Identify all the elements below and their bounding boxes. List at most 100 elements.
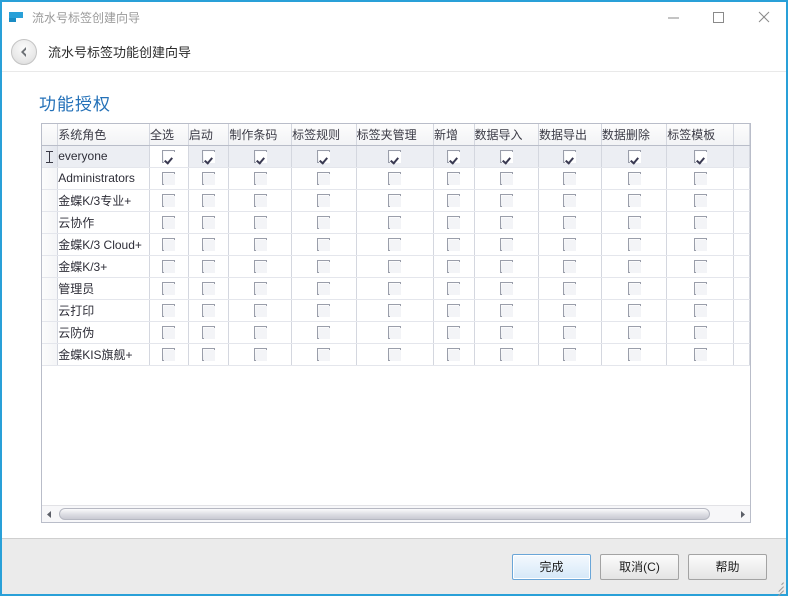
checkbox-unchecked-icon[interactable] [693, 304, 707, 318]
column-header-import[interactable]: 数据导入 [474, 124, 540, 146]
checkbox-unchecked-icon[interactable] [317, 194, 331, 208]
table-row[interactable]: 管理员 [42, 277, 750, 300]
permission-cell-add[interactable] [433, 343, 475, 366]
permission-cell-more[interactable] [733, 277, 750, 300]
role-name-cell[interactable]: everyone [57, 145, 151, 168]
permission-cell-import[interactable] [474, 255, 540, 278]
checkbox-unchecked-icon[interactable] [627, 194, 641, 208]
permission-cell-export[interactable] [538, 211, 602, 234]
permission-cell-add[interactable] [433, 189, 475, 212]
permission-cell-rule[interactable] [291, 299, 357, 322]
row-indicator[interactable] [42, 343, 59, 366]
permission-cell-export[interactable] [538, 321, 602, 344]
permission-cell-more[interactable] [733, 167, 750, 190]
role-name-cell[interactable]: 云打印 [57, 299, 151, 322]
checkbox-unchecked-icon[interactable] [499, 326, 513, 340]
role-name-cell[interactable]: 云防伪 [57, 321, 151, 344]
permission-cell-tmpl[interactable] [666, 233, 735, 256]
permission-cell-more[interactable] [733, 211, 750, 234]
permission-cell-add[interactable] [433, 145, 475, 168]
column-header-add[interactable]: 新增 [433, 124, 475, 146]
checkbox-unchecked-icon[interactable] [447, 282, 461, 296]
role-name-cell[interactable]: 云协作 [57, 211, 151, 234]
role-name-cell[interactable]: 金蝶K/3专业+ [57, 189, 151, 212]
table-row[interactable]: 金蝶K/3 Cloud+ [42, 233, 750, 256]
permission-cell-tmpl[interactable] [666, 255, 735, 278]
checkbox-unchecked-icon[interactable] [317, 172, 331, 186]
permission-cell-export[interactable] [538, 145, 602, 168]
checkbox-unchecked-icon[interactable] [447, 172, 461, 186]
role-name-cell[interactable]: 金蝶KIS旗舰+ [57, 343, 151, 366]
permission-cell-all[interactable] [149, 189, 189, 212]
permission-cell-all[interactable] [149, 255, 189, 278]
row-indicator[interactable] [42, 255, 59, 278]
permission-cell-delete[interactable] [601, 277, 668, 300]
horizontal-scrollbar[interactable] [42, 505, 750, 522]
permission-cell-tmpl[interactable] [666, 211, 735, 234]
permission-cell-export[interactable] [538, 255, 602, 278]
column-header-folder[interactable]: 标签夹管理 [356, 124, 435, 146]
permission-cell-rule[interactable] [291, 211, 357, 234]
permission-cell-more[interactable] [733, 321, 750, 344]
back-arrow-icon[interactable] [11, 38, 37, 65]
cancel-button[interactable]: 取消(C) [600, 553, 679, 580]
permission-cell-import[interactable] [474, 167, 540, 190]
row-indicator[interactable] [42, 145, 59, 168]
checkbox-unchecked-icon[interactable] [388, 260, 402, 274]
checkbox-unchecked-icon[interactable] [447, 304, 461, 318]
permission-cell-folder[interactable] [356, 233, 435, 256]
checkbox-unchecked-icon[interactable] [388, 326, 402, 340]
permission-cell-all[interactable] [149, 233, 189, 256]
checkbox-unchecked-icon[interactable] [499, 304, 513, 318]
permission-cell-start[interactable] [188, 343, 230, 366]
permission-cell-delete[interactable] [601, 233, 668, 256]
permission-cell-import[interactable] [474, 277, 540, 300]
permission-cell-add[interactable] [433, 233, 475, 256]
table-row[interactable]: 金蝶KIS旗舰+ [42, 343, 750, 366]
table-row[interactable]: 云协作 [42, 211, 750, 234]
permission-cell-start[interactable] [188, 145, 230, 168]
checkbox-unchecked-icon[interactable] [202, 282, 216, 296]
permission-cell-import[interactable] [474, 299, 540, 322]
checkbox-unchecked-icon[interactable] [253, 282, 267, 296]
checkbox-unchecked-icon[interactable] [162, 326, 176, 340]
checkbox-unchecked-icon[interactable] [317, 260, 331, 274]
row-indicator[interactable] [42, 189, 59, 212]
checkbox-unchecked-icon[interactable] [162, 348, 176, 362]
checkbox-unchecked-icon[interactable] [563, 238, 577, 252]
checkbox-unchecked-icon[interactable] [388, 172, 402, 186]
close-icon[interactable] [741, 2, 786, 32]
checkbox-unchecked-icon[interactable] [499, 260, 513, 274]
permission-cell-folder[interactable] [356, 343, 435, 366]
checkbox-unchecked-icon[interactable] [162, 238, 176, 252]
checkbox-unchecked-icon[interactable] [447, 348, 461, 362]
row-indicator[interactable] [42, 277, 59, 300]
checkbox-unchecked-icon[interactable] [253, 260, 267, 274]
table-row[interactable]: 云打印 [42, 299, 750, 322]
permission-cell-folder[interactable] [356, 299, 435, 322]
checkbox-unchecked-icon[interactable] [627, 238, 641, 252]
permission-cell-more[interactable] [733, 299, 750, 322]
column-header-barcode[interactable]: 制作条码 [228, 124, 293, 146]
checkbox-unchecked-icon[interactable] [693, 172, 707, 186]
permission-cell-delete[interactable] [601, 167, 668, 190]
table-row[interactable]: 金蝶K/3专业+ [42, 189, 750, 212]
checkbox-unchecked-icon[interactable] [563, 348, 577, 362]
permission-cell-tmpl[interactable] [666, 299, 735, 322]
column-header-tmpl[interactable]: 标签模板 [666, 124, 735, 146]
checkbox-unchecked-icon[interactable] [253, 304, 267, 318]
column-header-export[interactable]: 数据导出 [538, 124, 602, 146]
permission-cell-all[interactable] [149, 321, 189, 344]
checkbox-checked-icon[interactable] [693, 150, 707, 164]
checkbox-unchecked-icon[interactable] [563, 194, 577, 208]
permission-cell-export[interactable] [538, 233, 602, 256]
help-button[interactable]: 帮助 [688, 553, 767, 580]
table-row[interactable]: Administrators [42, 167, 750, 190]
checkbox-unchecked-icon[interactable] [563, 216, 577, 230]
column-header-rule[interactable]: 标签规则 [291, 124, 357, 146]
column-header-more[interactable] [733, 124, 750, 146]
permission-cell-rule[interactable] [291, 189, 357, 212]
checkbox-unchecked-icon[interactable] [693, 194, 707, 208]
table-row[interactable]: 金蝶K/3+ [42, 255, 750, 278]
permission-cell-tmpl[interactable] [666, 189, 735, 212]
